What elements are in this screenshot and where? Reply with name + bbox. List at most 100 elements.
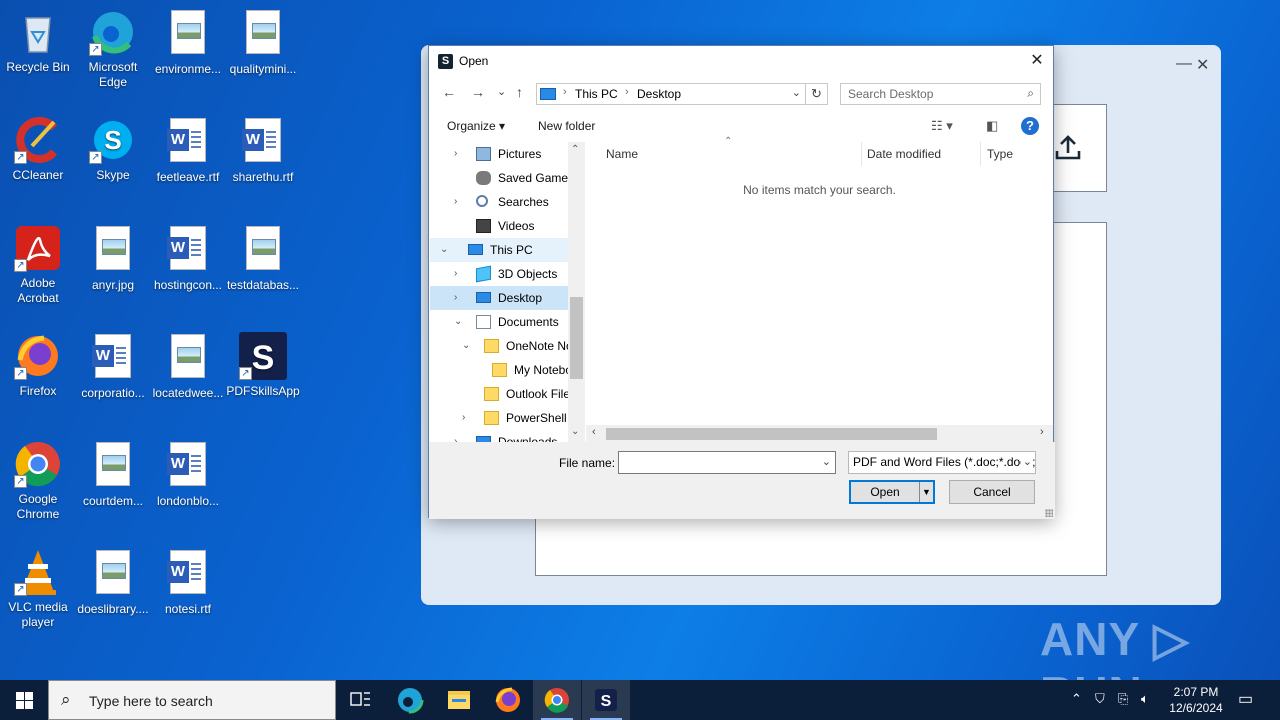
tree-item[interactable]: › PowerShell [430, 406, 569, 430]
desktop-icon[interactable]: ↗ Firefox [0, 332, 76, 399]
tree-item[interactable]: ⌄ OneNote Notebooks [430, 334, 569, 358]
desktop-icon[interactable]: Whostingcon... [150, 224, 226, 293]
collapsed-chevron-icon[interactable]: › [454, 286, 457, 310]
up-button[interactable]: ↑ [516, 84, 523, 100]
upload-card[interactable] [1050, 104, 1107, 192]
expanded-chevron-icon[interactable]: ⌄ [462, 334, 470, 358]
desktop-icon[interactable]: Wfeetleave.rtf [150, 116, 226, 185]
tree-item[interactable]: Saved Games [430, 166, 569, 190]
minimize-button[interactable]: — [1176, 55, 1192, 73]
new-folder-button[interactable]: New folder [538, 119, 595, 133]
desktop-icon[interactable]: Recycle Bin [0, 8, 76, 75]
security-icon[interactable]: ⛉ [1095, 691, 1105, 707]
cancel-button[interactable]: Cancel [949, 480, 1035, 504]
help-button[interactable]: ? [1021, 117, 1039, 135]
scrollbar-thumb[interactable] [570, 297, 583, 379]
desktop-icon[interactable]: locatedwee... [150, 332, 226, 401]
tree-item[interactable]: ⌄ This PC [430, 238, 569, 262]
scroll-right-icon[interactable]: › [1040, 426, 1044, 438]
desktop-icon[interactable]: courtdem... [75, 440, 151, 509]
desktop-icon[interactable]: anyr.jpg [75, 224, 151, 293]
recent-locations-button[interactable]: ⌄ [497, 85, 506, 98]
address-bar[interactable]: › This PC › Desktop ⌄ [536, 83, 806, 105]
desktop-icon[interactable]: Wcorporatio... [75, 332, 151, 401]
tree-item[interactable]: My Notebook [430, 358, 569, 382]
preview-pane-icon[interactable]: ◧ [986, 118, 998, 134]
desktop-icon[interactable]: ↗ Microsoft Edge [75, 8, 151, 90]
desktop-icon[interactable]: ↗ Google Chrome [0, 440, 76, 522]
breadcrumb-desktop[interactable]: Desktop [637, 87, 681, 101]
desktop-icon[interactable]: Wlondonblo... [150, 440, 226, 509]
taskbar-search-box[interactable]: ⌕ Type here to search [48, 680, 336, 720]
breadcrumb-this-pc[interactable]: This PC [575, 87, 618, 101]
scrollbar-thumb[interactable] [606, 428, 937, 440]
organize-button[interactable]: Organize ▾ [447, 119, 505, 133]
file-name-combobox[interactable]: ⌄ [618, 451, 836, 474]
desktop-icon[interactable]: Wnotesi.rtf [150, 548, 226, 617]
scroll-down-icon[interactable]: ⌄ [571, 426, 579, 437]
tree-vertical-scrollbar[interactable]: ⌃ ⌄ [568, 142, 585, 442]
dialog-close-button[interactable]: ✕ [1021, 46, 1053, 76]
desktop-icon[interactable]: S ↗ PDFSkillsApp [225, 332, 301, 399]
column-name[interactable]: Name [606, 142, 638, 166]
tree-item[interactable]: ⌄ Documents [430, 310, 569, 334]
close-button[interactable]: ✕ [1196, 55, 1209, 75]
collapsed-chevron-icon[interactable]: › [454, 142, 457, 166]
start-button[interactable] [0, 680, 48, 720]
desktop-icon[interactable]: Wsharethu.rtf [225, 116, 301, 185]
open-split-dropdown-icon[interactable]: ▼ [919, 482, 933, 502]
forward-button[interactable]: → [471, 84, 485, 100]
notifications-icon[interactable]: ▭ [1238, 689, 1253, 709]
desktop-icon[interactable]: qualitymini... [225, 8, 301, 77]
tree-item[interactable]: Videos [430, 214, 569, 238]
desktop-icon[interactable]: environme... [150, 8, 226, 77]
collapsed-chevron-icon[interactable]: › [454, 190, 457, 214]
tree-item[interactable]: › Downloads [430, 430, 569, 442]
file-name-input[interactable] [619, 452, 815, 473]
scroll-left-icon[interactable]: ‹ [592, 426, 596, 438]
taskbar-chrome[interactable] [533, 680, 581, 720]
tree-item[interactable]: › Desktop [430, 286, 569, 310]
file-name-dropdown-icon[interactable]: ⌄ [822, 455, 831, 468]
column-type[interactable]: Type [987, 142, 1013, 166]
column-date-modified[interactable]: Date modified [867, 142, 941, 166]
taskbar-file-explorer[interactable] [435, 680, 483, 720]
file-type-select[interactable]: PDF and Word Files (*.doc;*.docx;*.pdf) … [848, 451, 1036, 474]
network-icon[interactable]: ⎘ [1118, 691, 1128, 707]
collapsed-chevron-icon[interactable]: › [454, 262, 457, 286]
back-button[interactable]: ← [442, 84, 456, 100]
tree-item[interactable]: › 3D Objects [430, 262, 569, 286]
collapsed-chevron-icon[interactable]: › [454, 430, 457, 442]
search-box[interactable]: ⌕ [840, 83, 1041, 105]
taskbar-firefox[interactable] [484, 680, 532, 720]
desktop-icon[interactable]: ↗ CCleaner [0, 116, 76, 183]
column-divider[interactable] [861, 142, 862, 166]
desktop-icon[interactable]: ↗ Adobe Acrobat [0, 224, 76, 306]
desktop-icon[interactable]: ↗ VLC media player [0, 548, 76, 630]
file-type-dropdown-icon[interactable]: ⌄ [1020, 452, 1032, 473]
search-input[interactable] [841, 84, 1016, 104]
open-button[interactable]: Open ▼ [849, 480, 935, 504]
show-hidden-icons-icon[interactable]: ⌃ [1071, 691, 1082, 707]
desktop-icon[interactable]: S ↗ Skype [75, 116, 151, 183]
taskbar-pdfskills[interactable]: S [582, 680, 630, 720]
volume-icon[interactable]: 🔈︎ [1141, 691, 1149, 707]
expanded-chevron-icon[interactable]: ⌄ [440, 238, 448, 262]
tree-item[interactable]: › Pictures [430, 142, 569, 166]
scroll-up-icon[interactable]: ⌃ [571, 144, 579, 155]
list-horizontal-scrollbar[interactable]: ‹ › [586, 425, 1053, 442]
collapsed-chevron-icon[interactable]: › [462, 406, 465, 430]
clock[interactable]: 2:07 PM 12/6/2024 [1160, 684, 1232, 716]
resize-grip[interactable] [1045, 509, 1053, 517]
desktop-icon[interactable]: doeslibrary.... [75, 548, 151, 617]
expanded-chevron-icon[interactable]: ⌄ [454, 310, 462, 334]
change-view-icon[interactable]: ☷ ▾ [931, 118, 953, 134]
desktop-icon[interactable]: testdatabas... [225, 224, 301, 293]
refresh-button[interactable]: ↻ [806, 83, 828, 105]
tree-item[interactable]: › Searches [430, 190, 569, 214]
taskbar-edge[interactable] [386, 680, 434, 720]
task-view-button[interactable] [336, 680, 384, 720]
column-divider[interactable] [980, 142, 981, 166]
tree-item[interactable]: Outlook Files [430, 382, 569, 406]
address-dropdown-icon[interactable]: ⌄ [792, 86, 801, 99]
